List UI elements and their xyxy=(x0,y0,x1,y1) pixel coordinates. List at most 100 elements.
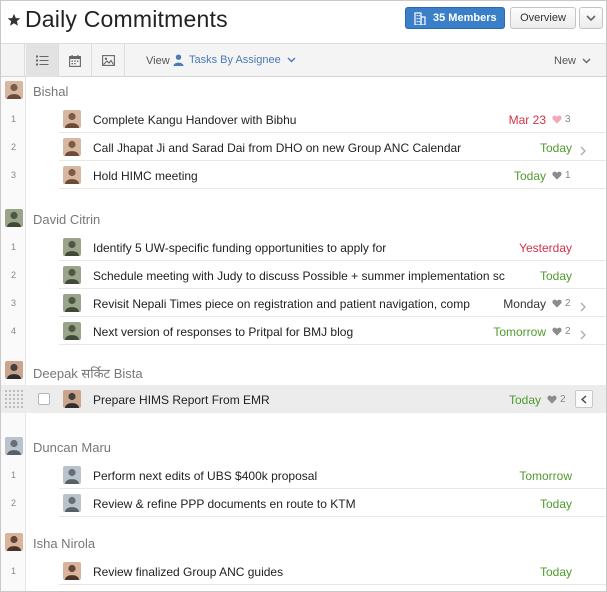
building-icon xyxy=(414,11,426,25)
group-name[interactable]: Bishal xyxy=(33,84,68,99)
avatar[interactable] xyxy=(5,81,23,99)
row-divider xyxy=(59,344,606,345)
task-row[interactable]: 2 Today Schedule meeting with Judy to disc… xyxy=(1,261,606,289)
avatar[interactable] xyxy=(5,209,23,227)
assignee-avatar[interactable] xyxy=(63,266,81,284)
files-view-button[interactable] xyxy=(92,44,125,77)
calendar-view-button[interactable] xyxy=(59,44,92,77)
assignee-avatar[interactable] xyxy=(63,322,81,340)
star-icon[interactable] xyxy=(7,13,21,27)
task-row[interactable]: 3 1 Today Hold HIMC meeting xyxy=(1,161,606,189)
avatar[interactable] xyxy=(5,361,23,379)
assignee-avatar[interactable] xyxy=(63,166,81,184)
heart-icon xyxy=(552,171,562,180)
group-name[interactable]: Deepak सर्किट Bista xyxy=(33,364,143,382)
app-window: Daily Commitments 35 Members Overview Vi… xyxy=(0,0,607,592)
heart-icon xyxy=(547,395,557,404)
chevron-down-icon xyxy=(287,57,296,63)
group-name[interactable]: Isha Nirola xyxy=(33,536,95,551)
assignee-avatar[interactable] xyxy=(63,562,81,580)
view-selector[interactable]: Tasks By Assignee xyxy=(173,54,296,66)
chevron-left-icon xyxy=(581,394,587,404)
task-row[interactable]: 1 Tomorrow Perform next edits of UBS $400k… xyxy=(1,461,606,489)
likes-number: 3 xyxy=(565,114,571,125)
list-view-button[interactable] xyxy=(26,44,59,77)
likes-count[interactable]: 2 xyxy=(552,298,571,309)
due-date: Tomorrow xyxy=(519,469,572,483)
assignee-avatar[interactable] xyxy=(63,466,81,484)
row-divider xyxy=(59,188,606,189)
assignee-avatar[interactable] xyxy=(63,238,81,256)
task-title[interactable]: Next version of responses to Pritpal for… xyxy=(93,325,476,339)
group-name[interactable]: Duncan Maru xyxy=(33,440,111,455)
due-date: Mar 23 xyxy=(508,113,546,127)
overview-button[interactable]: Overview xyxy=(510,7,576,29)
task-title[interactable]: Hold HIMC meeting xyxy=(93,169,476,183)
sort-selector[interactable]: New xyxy=(554,55,591,67)
likes-count[interactable]: 3 xyxy=(552,114,571,125)
likes-number: 2 xyxy=(565,298,571,309)
likes-number: 1 xyxy=(565,170,571,181)
group-name[interactable]: David Citrin xyxy=(33,212,100,227)
task-title[interactable]: Identify 5 UW-specific funding opportuni… xyxy=(93,241,502,255)
chevron-right-icon[interactable] xyxy=(580,299,586,312)
chevron-right-icon[interactable] xyxy=(580,143,586,156)
due-date: Today xyxy=(508,393,541,407)
row-number: 3 xyxy=(10,170,16,180)
assignee-avatar[interactable] xyxy=(63,390,81,408)
avatar[interactable] xyxy=(5,437,23,455)
task-title[interactable]: Review & refine PPP documents en route t… xyxy=(93,497,502,511)
due-date: Today xyxy=(539,269,572,283)
members-label: 35 Members xyxy=(433,12,497,24)
collapse-details-button[interactable] xyxy=(575,390,593,408)
group-header: David Citrin xyxy=(1,205,606,233)
task-row[interactable]: 2 Today Call Jhapat Ji and Sarad Dai from … xyxy=(1,133,606,161)
assignee-avatar[interactable] xyxy=(63,494,81,512)
likes-count[interactable]: 2 xyxy=(552,326,571,337)
task-title[interactable]: Call Jhapat Ji and Sarad Dai from DHO on… xyxy=(93,141,531,155)
likes-number: 2 xyxy=(565,326,571,337)
view-label: View xyxy=(146,55,170,67)
task-title[interactable]: Complete Kangu Handover with Bibhu xyxy=(93,113,476,127)
assignee-avatar[interactable] xyxy=(63,110,81,128)
row-number: 2 xyxy=(10,270,16,280)
assignee-avatar[interactable] xyxy=(63,138,81,156)
row-number: 1 xyxy=(10,114,16,124)
task-row[interactable]: 2 Today Review & refine PPP documents en r… xyxy=(1,489,606,517)
task-row[interactable]: 4 2 Tomorrow Next version of responses to P… xyxy=(1,317,606,345)
task-title[interactable]: Prepare HIMS Report From EMR xyxy=(93,393,471,407)
sort-value: New xyxy=(554,55,577,67)
chevron-right-icon[interactable] xyxy=(580,327,586,340)
task-title[interactable]: Perform next edits of UBS $400k proposal xyxy=(93,469,502,483)
person-icon xyxy=(173,54,184,66)
heart-icon xyxy=(552,299,562,308)
row-divider xyxy=(59,516,606,517)
task-title[interactable]: Review finalized Group ANC guides xyxy=(93,565,502,579)
heart-icon xyxy=(552,327,562,336)
task-title[interactable]: Revisit Nepali Times piece on registrati… xyxy=(93,297,498,311)
drag-handle[interactable] xyxy=(4,389,24,409)
members-button[interactable]: 35 Members xyxy=(405,7,505,29)
task-row[interactable]: 3 2 Monday Revisit Nepali Times piece on re… xyxy=(1,289,606,317)
task-title[interactable]: Schedule meeting with Judy to discuss Po… xyxy=(93,269,531,283)
avatar[interactable] xyxy=(5,533,23,551)
row-number: 1 xyxy=(10,242,16,252)
task-row[interactable]: 1 Yesterday Identify 5 UW-specific funding… xyxy=(1,233,606,261)
row-number: 2 xyxy=(10,498,16,508)
row-number: 2 xyxy=(10,142,16,152)
heart-icon xyxy=(552,115,562,124)
task-row[interactable]: 2 Today Prepare HIMS Report From EMR xyxy=(1,385,606,413)
task-row[interactable]: 1 3 Mar 23 Complete Kangu Handover with Bib… xyxy=(1,105,606,133)
due-date: Today xyxy=(513,169,546,183)
task-row[interactable]: 1 Today Review finalized Group ANC guides xyxy=(1,557,606,585)
page-title: Daily Commitments xyxy=(25,6,228,32)
likes-count[interactable]: 2 xyxy=(547,394,566,405)
complete-checkbox[interactable] xyxy=(38,393,50,405)
due-date: Yesterday xyxy=(519,241,572,255)
assignee-avatar[interactable] xyxy=(63,294,81,312)
options-dropdown-button[interactable] xyxy=(579,7,603,29)
due-date: Tomorrow xyxy=(493,325,546,339)
group-header: Isha Nirola xyxy=(1,529,606,557)
likes-count[interactable]: 1 xyxy=(552,170,571,181)
likes-number: 2 xyxy=(560,394,566,405)
